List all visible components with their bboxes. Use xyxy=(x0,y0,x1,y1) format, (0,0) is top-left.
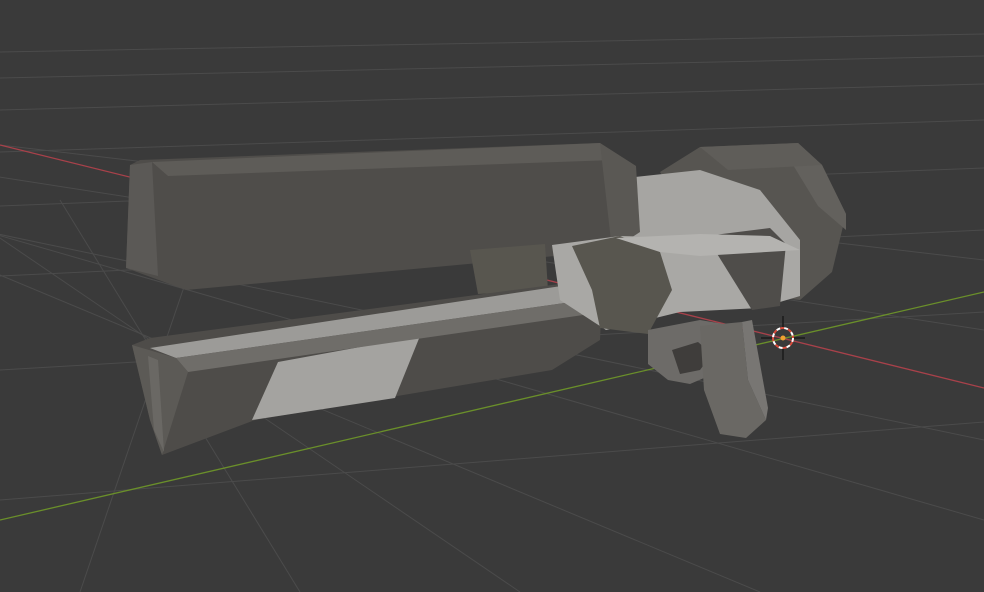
rifle-model[interactable] xyxy=(126,143,846,455)
3d-viewport[interactable] xyxy=(0,0,984,592)
